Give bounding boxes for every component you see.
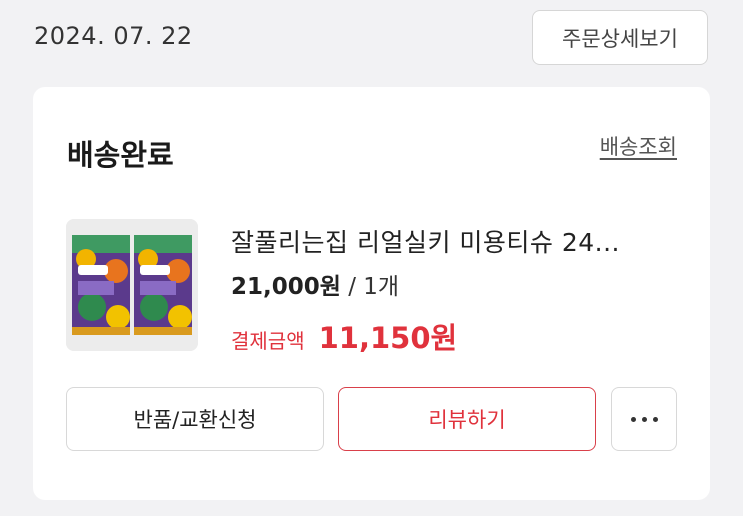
delivery-status: 배송완료 [67,138,174,172]
order-date: 2024. 07. 22 [34,22,193,50]
review-button[interactable]: 리뷰하기 [338,387,596,451]
more-horizontal-icon [630,416,658,422]
product-thumbnail[interactable] [66,219,198,351]
payment-amount: 11,150원 [318,321,458,355]
product-name[interactable]: 잘풀리는집 리얼실키 미용티슈 24... [231,223,681,259]
order-detail-button[interactable]: 주문상세보기 [532,10,708,65]
payment-label: 결제금액 [231,329,305,353]
product-price: 21,000원 [231,274,341,300]
order-card: 배송완료 배송조회 잘풀리는집 리얼실키 미용티슈 24... 21,000원 … [33,87,710,500]
price-quantity: 21,000원 / 1개 [231,267,399,301]
price-separator: / [340,274,364,300]
return-exchange-button[interactable]: 반품/교환신청 [66,387,324,451]
payment-row: 결제금액 11,150원 [231,315,457,357]
tissue-box-image [66,219,198,351]
more-options-button[interactable] [611,387,677,451]
tracking-link[interactable]: 배송조회 [600,131,677,161]
product-quantity: 1개 [363,274,400,300]
